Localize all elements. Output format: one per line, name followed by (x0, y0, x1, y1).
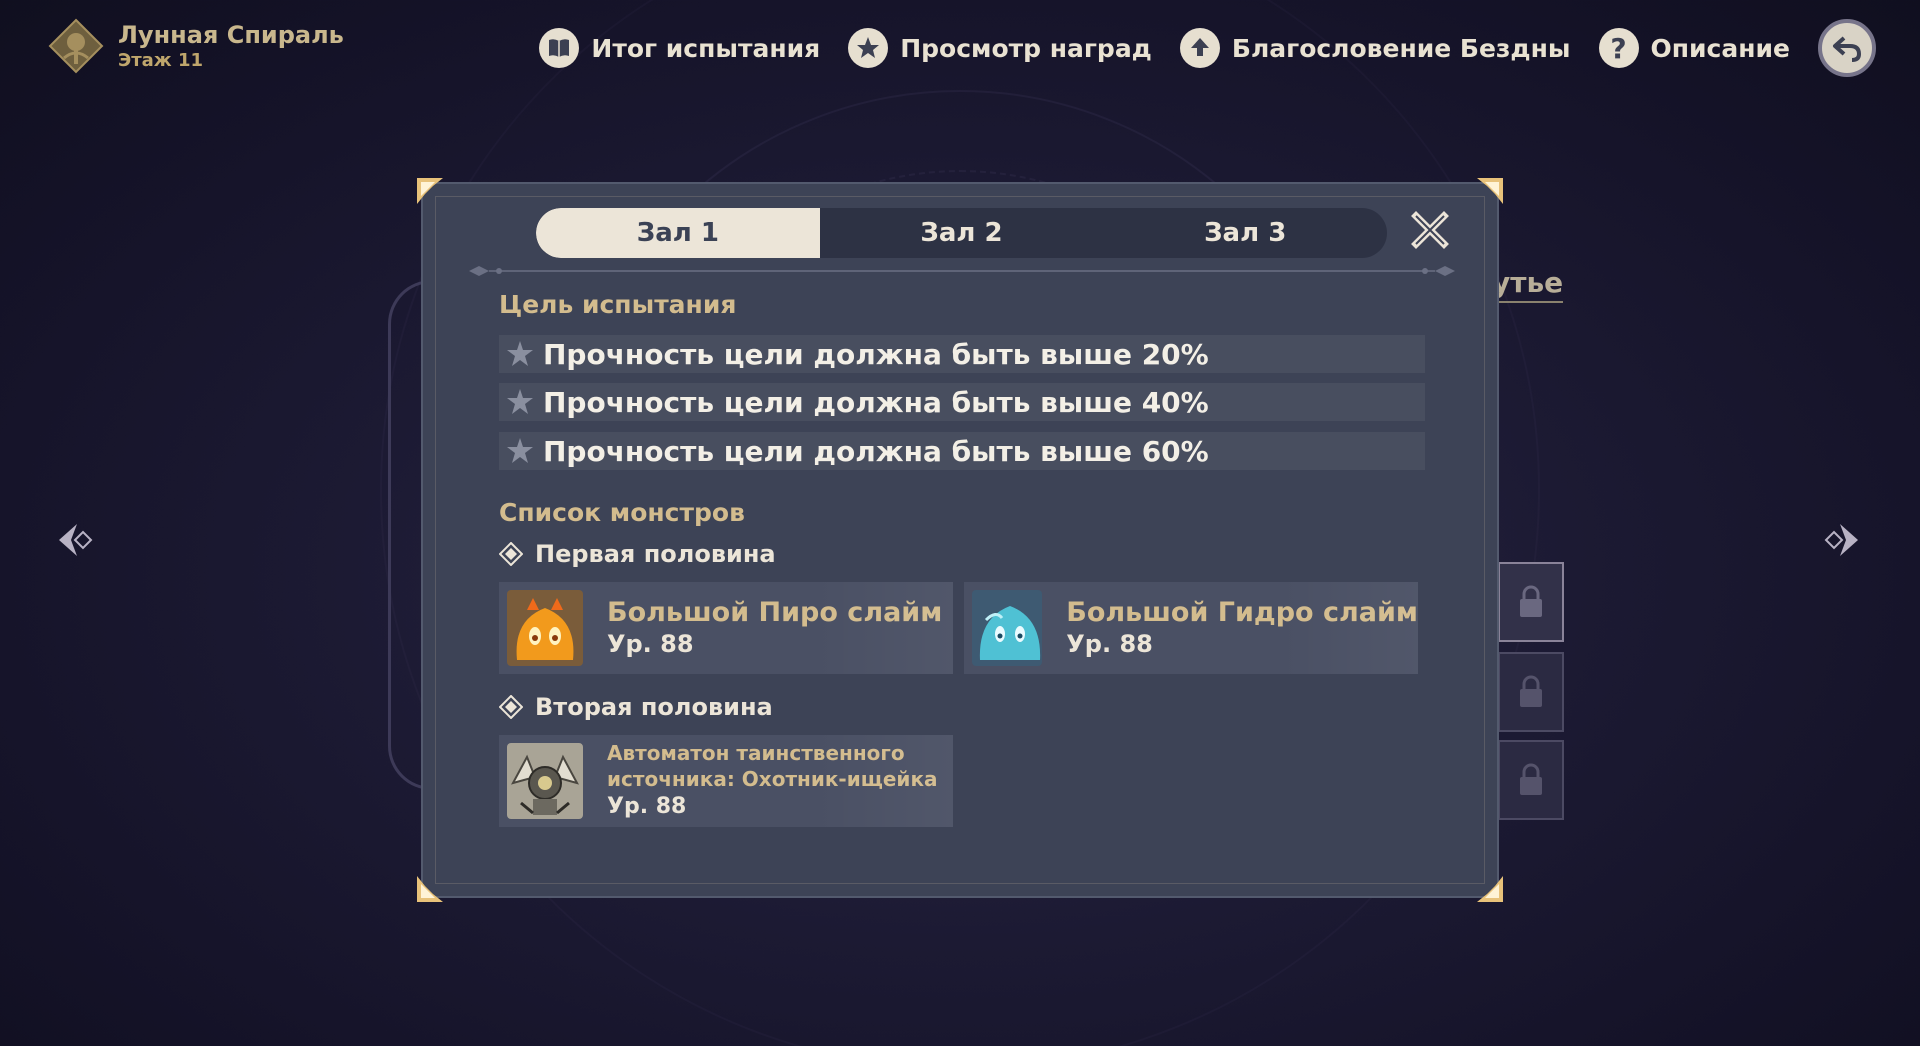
requirement-text: Прочность цели должна быть выше 60% (543, 434, 1209, 468)
star-badge-icon (848, 28, 889, 68)
close-icon[interactable] (1408, 208, 1452, 252)
first-half-label: Первая половина (535, 540, 776, 568)
requirement-row: Прочность цели должна быть выше 60% (499, 432, 1425, 470)
corner-ornament-icon (1477, 876, 1503, 902)
nav-challenge-summary[interactable]: Итог испытания (539, 28, 820, 68)
chamber-details-modal: Зал 1 Зал 2 Зал 3 Цель испытания Прочнос… (417, 178, 1503, 902)
book-icon (539, 28, 580, 68)
chamber-tabs: Зал 1 Зал 2 Зал 3 (536, 208, 1387, 258)
lock-icon (1520, 675, 1542, 707)
monster-name: Большой Пиро слайм (607, 597, 943, 628)
corner-ornament-icon (417, 178, 443, 204)
second-half-label: Вторая половина (535, 693, 773, 721)
tab-chamber-1[interactable]: Зал 1 (536, 208, 820, 258)
corner-ornament-icon (1477, 178, 1503, 204)
nav-label: Просмотр наград (900, 33, 1152, 63)
nav-abyss-blessing[interactable]: Благословение Бездны (1179, 28, 1571, 68)
requirement-text: Прочность цели должна быть выше 20% (543, 337, 1209, 371)
challenge-goal-title: Цель испытания (499, 290, 737, 319)
first-half-header: Первая половина (499, 540, 776, 568)
previous-floor-arrow-icon[interactable] (55, 518, 95, 562)
star-icon (507, 438, 533, 463)
nav-label: Итог испытания (591, 33, 821, 63)
monster-card[interactable]: Большой Пиро слайм Ур. 88 (499, 582, 953, 674)
monster-name: Большой Гидро слайм (1066, 597, 1418, 628)
background-lock-slot (1498, 740, 1564, 820)
floor-title: Лунная Спираль (118, 21, 344, 49)
next-floor-arrow-icon[interactable] (1822, 518, 1862, 562)
tab-chamber-2[interactable]: Зал 2 (820, 208, 1104, 258)
ornamental-divider (469, 266, 1455, 276)
floor-subtitle: Этаж 11 (118, 50, 204, 71)
question-icon: ? (1598, 28, 1639, 68)
monster-level: Ур. 88 (1066, 630, 1153, 658)
monster-name-line1: Автоматон таинственного (607, 741, 905, 765)
second-half-header: Вторая половина (499, 693, 773, 721)
back-arrow-icon (1833, 36, 1862, 62)
nav-label: Благословение Бездны (1231, 33, 1571, 63)
requirement-row: Прочность цели должна быть выше 20% (499, 335, 1425, 373)
diamond-icon (499, 695, 523, 719)
nav-description[interactable]: ? Описание (1598, 28, 1790, 68)
star-icon (507, 389, 533, 414)
automaton-icon (507, 743, 583, 819)
lock-icon (1520, 585, 1542, 617)
monster-level: Ур. 88 (607, 630, 694, 658)
floor-header: Лунная Спираль Этаж 11 (48, 18, 344, 74)
background-partial-label: утье (1492, 266, 1564, 303)
nav-view-rewards[interactable]: Просмотр наград (848, 28, 1152, 68)
hydro-slime-icon (972, 590, 1043, 666)
monster-level: Ур. 88 (607, 794, 687, 819)
background-lock-slot (1498, 652, 1564, 732)
background-lock-slot (1498, 562, 1564, 642)
monster-name-line2: источника: Охотник-ищейка (607, 767, 938, 791)
monster-list-title: Список монстров (499, 498, 745, 527)
pyro-slime-icon (507, 590, 583, 666)
lock-icon (1520, 763, 1542, 795)
monster-card[interactable]: Большой Гидро слайм Ур. 88 (964, 582, 1418, 674)
diamond-icon (499, 542, 523, 566)
upload-arrow-icon (1179, 28, 1220, 68)
tab-chamber-3[interactable]: Зал 3 (1103, 208, 1387, 258)
monster-card[interactable]: Автоматон таинственного источника: Охотн… (499, 735, 953, 827)
nav-label: Описание (1650, 33, 1790, 63)
requirement-row: Прочность цели должна быть выше 40% (499, 383, 1425, 421)
star-icon (507, 341, 533, 366)
back-button[interactable] (1818, 19, 1876, 77)
requirement-text: Прочность цели должна быть выше 40% (543, 385, 1209, 419)
corner-ornament-icon (417, 876, 443, 902)
abyss-emblem-icon (48, 18, 104, 74)
top-nav: Итог испытания Просмотр наград Благослов… (539, 18, 1876, 78)
